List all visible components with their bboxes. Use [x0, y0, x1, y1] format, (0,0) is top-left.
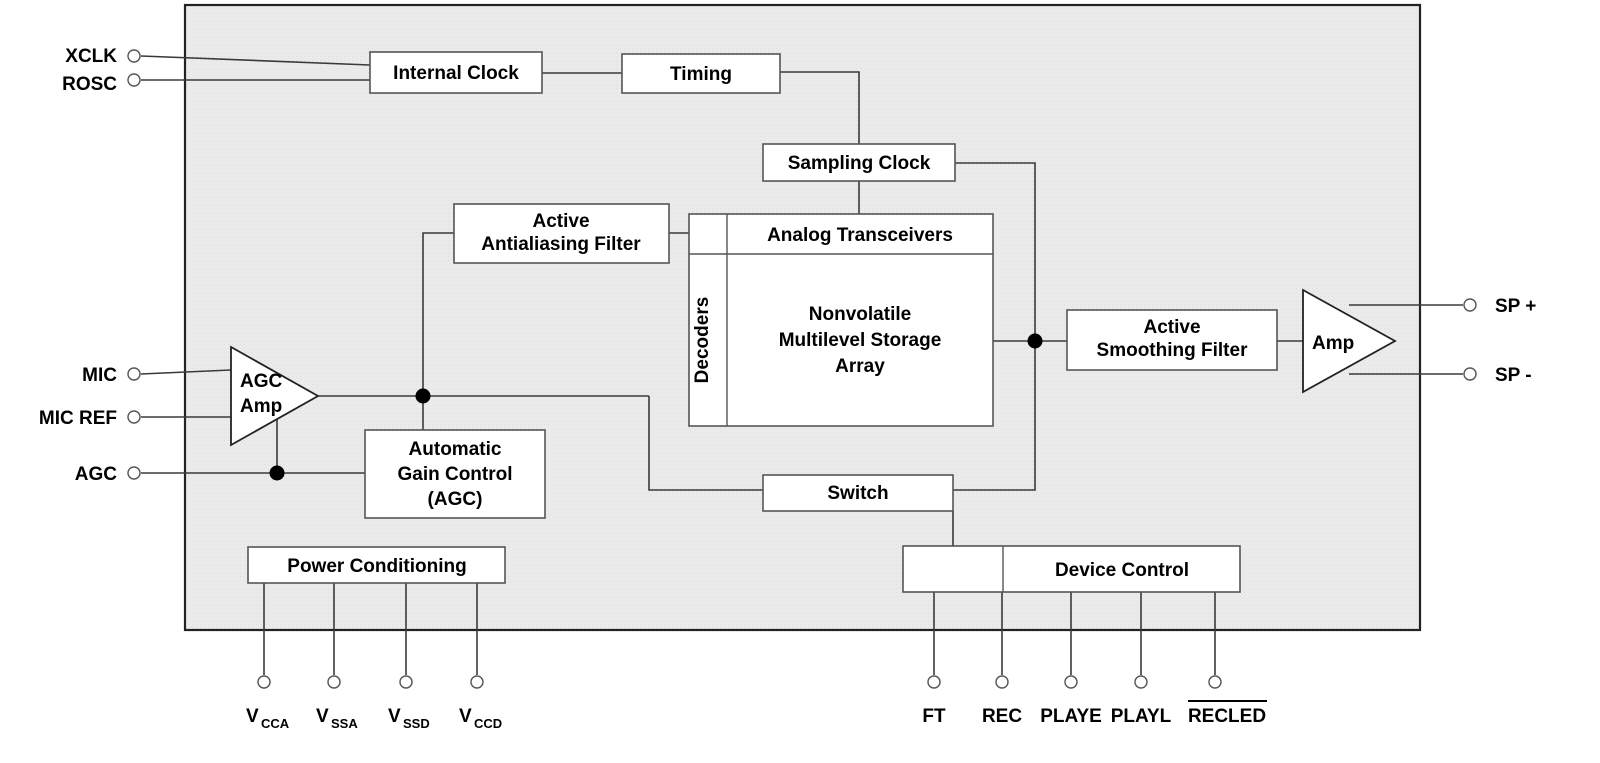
pin-agc-terminal[interactable] [127, 466, 141, 480]
pin-xclk-terminal[interactable] [127, 49, 141, 63]
block-power-conditioning-label: Power Conditioning [287, 556, 466, 577]
pin-agc-label: AGC [75, 464, 118, 485]
block-timing-label: Timing [670, 64, 732, 85]
pin-xclk-label: XCLK [65, 46, 117, 67]
pin-vcca-terminal[interactable] [257, 675, 271, 689]
pin-rosc-label: ROSC [62, 74, 117, 95]
memory-subsystem: Analog Transceivers Decoders Nonvolatile… [688, 213, 994, 427]
block-agc-label-3: (AGC) [428, 489, 483, 510]
amplifier-output-amp-label: Amp [1312, 333, 1354, 354]
pin-vcca-label-sub: CCA [261, 716, 290, 731]
block-diagram-canvas: Internal Clock Timing Sampling Clock Act… [0, 0, 1600, 763]
block-sampling-clock[interactable]: Sampling Clock [762, 143, 956, 182]
pin-vcca-label-base: V [246, 706, 259, 727]
pin-vssa-terminal[interactable] [327, 675, 341, 689]
block-antialiasing-filter-label-1: Active [532, 211, 589, 232]
block-smoothing-filter[interactable]: Active Smoothing Filter [1066, 309, 1278, 371]
amplifier-agc-amp-label-1: AGC [240, 371, 283, 392]
block-smoothing-filter-label-2: Smoothing Filter [1097, 340, 1249, 361]
block-analog-transceivers-label: Analog Transceivers [767, 225, 953, 246]
pin-vssd-terminal[interactable] [399, 675, 413, 689]
block-power-conditioning[interactable]: Power Conditioning [247, 546, 506, 584]
pin-vssd-label-base: V [388, 706, 401, 727]
block-internal-clock-label: Internal Clock [393, 63, 519, 84]
block-antialiasing-filter-label-2: Antialiasing Filter [481, 234, 641, 255]
block-storage-array-label-1: Nonvolatile [809, 304, 911, 325]
block-agc-label-1: Automatic [409, 439, 502, 460]
pin-mic-ref-terminal[interactable] [127, 410, 141, 424]
block-sampling-clock-label: Sampling Clock [788, 153, 931, 174]
block-storage-array-label-2: Multilevel Storage [779, 330, 942, 351]
pin-playe-label: PLAYE [1040, 706, 1102, 727]
block-smoothing-filter-label-1: Active [1143, 317, 1200, 338]
pin-vssd-label-sub: SSD [403, 716, 430, 731]
pin-ft-terminal[interactable] [927, 675, 941, 689]
pin-vssa-label-sub: SSA [331, 716, 358, 731]
pin-playl-label: PLAYL [1111, 706, 1172, 727]
block-agc-label-2: Gain Control [397, 464, 512, 485]
block-automatic-gain-control[interactable]: Automatic Gain Control (AGC) [364, 429, 546, 519]
pin-rec-label: REC [982, 706, 1022, 727]
block-switch[interactable]: Switch [762, 474, 954, 512]
pin-vssa-label-base: V [316, 706, 329, 727]
pin-vccd-terminal[interactable] [470, 675, 484, 689]
diagram-svg: Internal Clock Timing Sampling Clock Act… [0, 0, 1600, 763]
block-device-control-label: Device Control [1055, 560, 1189, 581]
pin-recled-terminal[interactable] [1208, 675, 1222, 689]
pin-vccd-label-base: V [459, 706, 472, 727]
pin-sp-plus-terminal[interactable] [1463, 298, 1477, 312]
block-timing[interactable]: Timing [621, 53, 781, 94]
pin-rec-terminal[interactable] [995, 675, 1009, 689]
pin-sp-minus-label: SP - [1495, 365, 1532, 386]
pin-recled-label: RECLED [1188, 706, 1266, 727]
pin-playl-terminal[interactable] [1134, 675, 1148, 689]
pin-playe-terminal[interactable] [1064, 675, 1078, 689]
block-decoders-label: Decoders [692, 297, 713, 384]
junction-agc-pin [269, 465, 285, 481]
pin-mic-terminal[interactable] [127, 367, 141, 381]
block-switch-label: Switch [827, 483, 888, 504]
block-internal-clock[interactable]: Internal Clock [369, 51, 543, 94]
junction-storage-output [1027, 333, 1043, 349]
pin-sp-minus-terminal[interactable] [1463, 367, 1477, 381]
junction-agc-output [415, 388, 431, 404]
pin-sp-plus-label: SP + [1495, 296, 1536, 317]
pin-mic-ref-label: MIC REF [39, 408, 117, 429]
amplifier-agc-amp-label-2: Amp [240, 396, 282, 417]
pin-vccd-label-sub: CCD [474, 716, 502, 731]
pin-mic-label: MIC [82, 365, 117, 386]
pin-ft-label: FT [922, 706, 946, 727]
block-device-control[interactable]: Device Control [902, 545, 1241, 593]
block-storage-array-label-3: Array [835, 356, 885, 377]
block-antialiasing-filter[interactable]: Active Antialiasing Filter [453, 203, 670, 264]
pin-rosc-terminal[interactable] [127, 73, 141, 87]
